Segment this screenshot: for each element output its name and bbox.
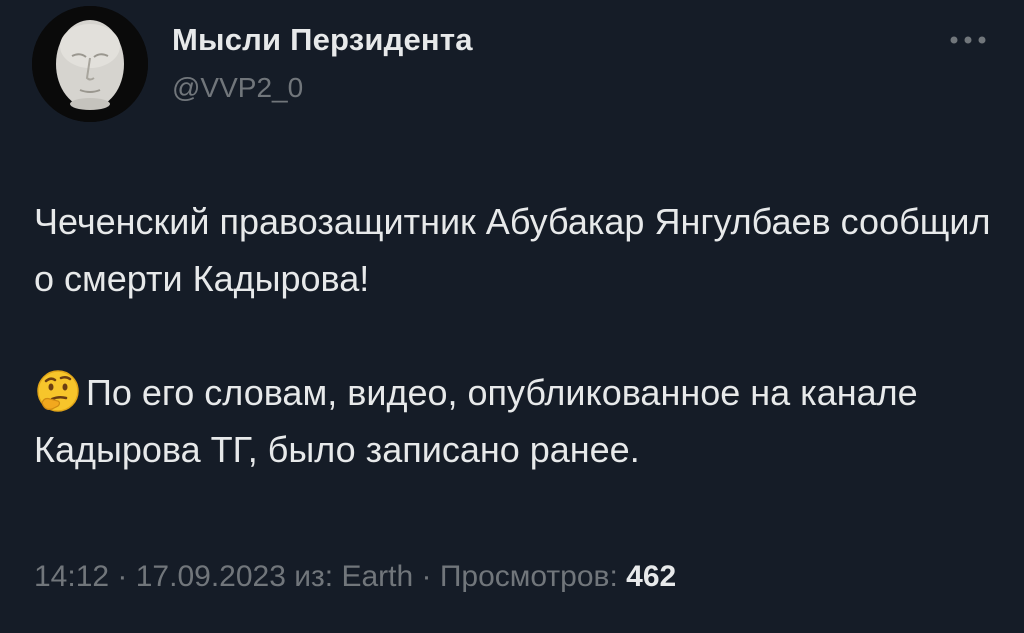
thinking-face-emoji xyxy=(34,369,86,413)
more-horizontal-icon xyxy=(950,36,986,44)
tweet-paragraph-2: По его словам, видео, опубликованное на … xyxy=(34,364,994,478)
tweet-paragraph-1: Чеченский правозащитник Абубакар Янгулба… xyxy=(34,201,991,299)
tweet-text: Чеченский правозащитник Абубакар Янгулба… xyxy=(34,193,994,478)
death-mask-avatar xyxy=(32,6,148,122)
source-prefix: из: xyxy=(285,560,342,593)
author-display-name[interactable]: Мысли Перзидента xyxy=(172,22,473,58)
more-options-button[interactable] xyxy=(940,22,996,58)
tweet-time[interactable]: 14:12 xyxy=(34,560,109,593)
tweet-date[interactable]: 17.09.2023 xyxy=(136,560,286,593)
avatar[interactable] xyxy=(32,6,148,122)
views-label: Просмотров: xyxy=(439,560,627,593)
views-count: 462 xyxy=(626,560,677,593)
tweet: Мысли Перзидента @VVP2_0 Чеченский право… xyxy=(0,0,1024,633)
tweet-source: Earth xyxy=(341,560,414,593)
author-handle[interactable]: @VVP2_0 xyxy=(172,72,303,104)
tweet-paragraph-2-text: По его словам, видео, опубликованное на … xyxy=(34,372,918,470)
tweet-meta: 14:12 · 17.09.2023 из: Earth · Просмотро… xyxy=(34,560,676,594)
meta-separator: · xyxy=(413,560,440,593)
meta-separator: · xyxy=(109,560,136,593)
